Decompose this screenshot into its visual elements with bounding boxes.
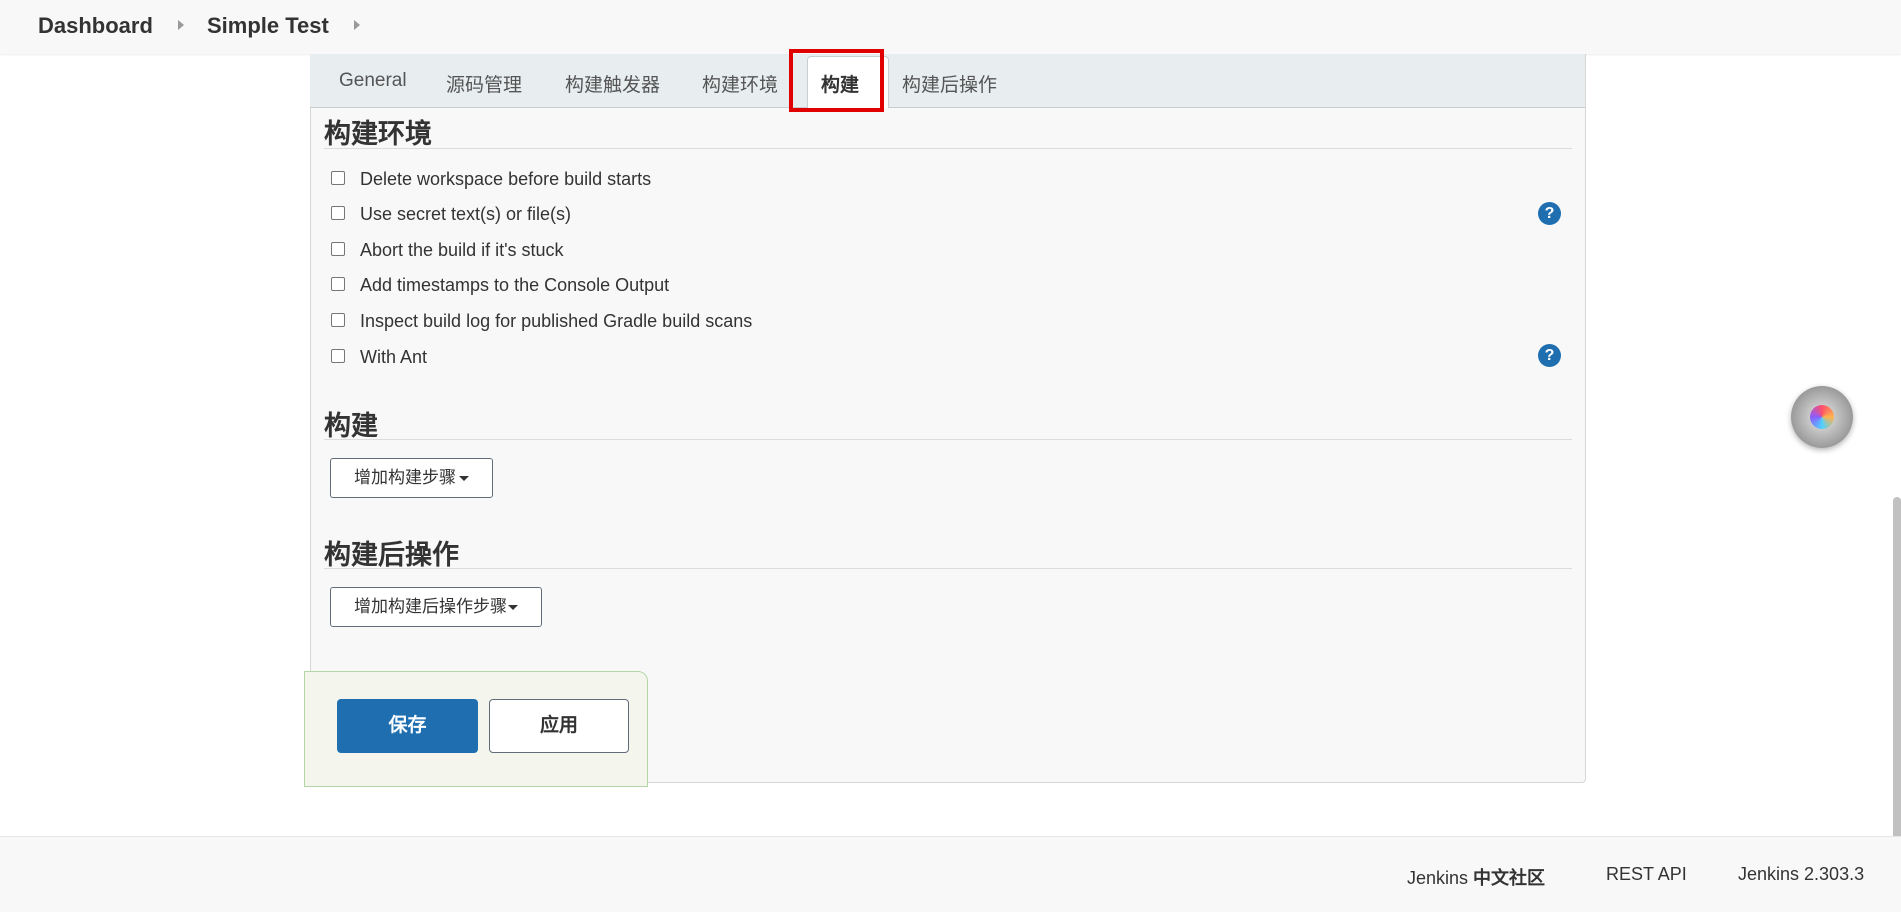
checkbox[interactable]	[331, 171, 345, 185]
tab-source-code[interactable]: 源码管理	[446, 70, 522, 97]
breadcrumb-dashboard[interactable]: Dashboard	[38, 13, 153, 39]
option-label: Inspect build log for published Gradle b…	[360, 311, 753, 331]
caret-down-icon	[508, 605, 518, 610]
tab-build-triggers[interactable]: 构建触发器	[565, 70, 660, 97]
section-divider	[324, 568, 1572, 569]
checkbox[interactable]	[331, 277, 345, 291]
assistant-logo-icon	[1810, 405, 1834, 429]
checkbox[interactable]	[331, 242, 345, 256]
floating-assistant-button[interactable]	[1791, 386, 1853, 448]
section-title-build-environment: 构建环境	[324, 119, 432, 149]
footer-community-link[interactable]: Jenkins 中文社区	[1407, 864, 1545, 890]
tab-post-build[interactable]: 构建后操作	[902, 70, 997, 97]
help-circle-icon[interactable]: ?	[1538, 344, 1561, 367]
option-label: Add timestamps to the Console Output	[360, 275, 670, 295]
chevron-right-icon[interactable]	[178, 20, 184, 30]
tab-general[interactable]: General	[339, 70, 407, 92]
section-divider	[324, 439, 1572, 440]
section-title-post-build: 构建后操作	[324, 540, 459, 570]
checkbox[interactable]	[331, 206, 345, 220]
button-label: 增加构建步骤	[354, 468, 456, 487]
help-circle-icon[interactable]: ?	[1538, 202, 1561, 225]
section-title-build: 构建	[324, 411, 378, 441]
add-build-step-button[interactable]: 增加构建步骤	[330, 458, 493, 498]
add-post-build-step-button[interactable]: 增加构建后操作步骤	[330, 587, 542, 627]
footer-rest-api-link[interactable]: REST API	[1606, 864, 1687, 885]
button-label: 增加构建后操作步骤	[354, 597, 507, 616]
option-label: Use secret text(s) or file(s)	[360, 204, 572, 224]
tab-build-environment[interactable]: 构建环境	[702, 70, 778, 97]
footer-version-link[interactable]: Jenkins 2.303.3	[1738, 864, 1864, 885]
tab-build[interactable]: 构建	[821, 70, 859, 97]
option-label: Abort the build if it's stuck	[360, 240, 564, 260]
chevron-right-icon[interactable]	[354, 20, 360, 30]
checkbox[interactable]	[331, 349, 345, 363]
footer-community-bold: 中文社区	[1473, 868, 1546, 888]
footer-community-prefix: Jenkins	[1407, 868, 1474, 888]
apply-button[interactable]: 应用	[489, 699, 629, 753]
section-divider	[324, 148, 1572, 149]
option-label: Delete workspace before build starts	[360, 169, 652, 189]
save-button[interactable]: 保存	[337, 699, 478, 753]
caret-down-icon	[459, 476, 469, 481]
breadcrumb-simple-test[interactable]: Simple Test	[207, 13, 329, 39]
checkbox[interactable]	[331, 313, 345, 327]
option-label: With Ant	[360, 347, 428, 367]
